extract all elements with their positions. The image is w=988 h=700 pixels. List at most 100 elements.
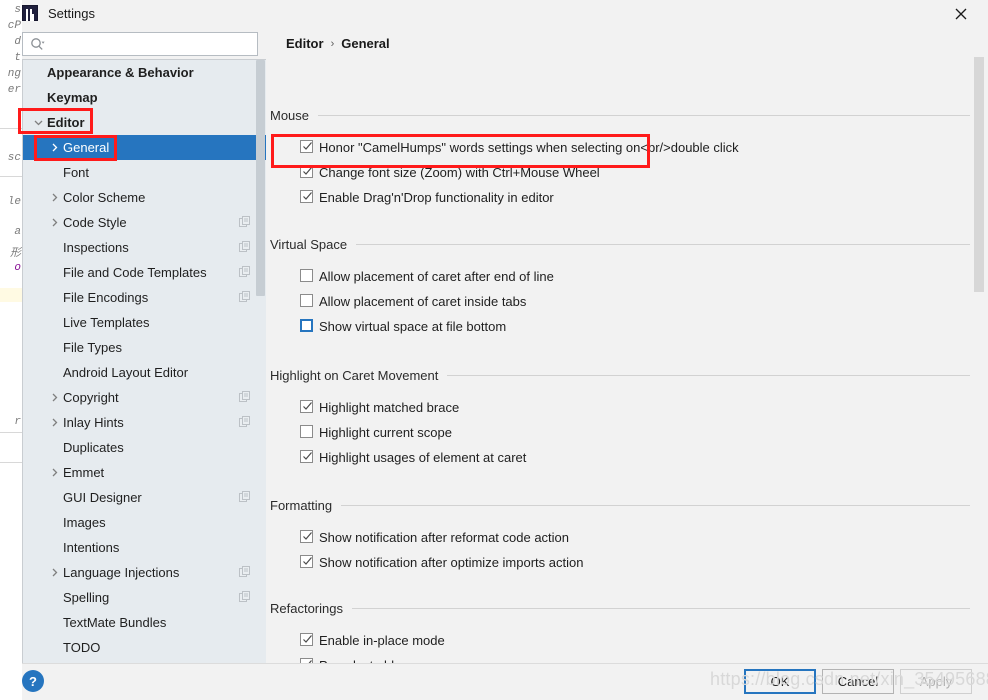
checkbox-unchecked-icon[interactable] [300, 319, 313, 332]
sidebar-item-label: Color Scheme [63, 190, 146, 205]
chevron-right-icon[interactable] [47, 466, 61, 480]
checkbox-row[interactable]: Preselect old name [270, 653, 970, 663]
sidebar-item-intentions[interactable]: Intentions [23, 535, 255, 560]
checkbox-label: Allow placement of caret after end of li… [319, 269, 554, 284]
sidebar-item-language-injections[interactable]: Language Injections [23, 560, 255, 585]
sidebar-item-color-scheme[interactable]: Color Scheme [23, 185, 255, 210]
search-box[interactable] [22, 32, 258, 56]
sidebar-item-todo[interactable]: TODO [23, 635, 255, 660]
search-input[interactable] [49, 35, 255, 56]
checkbox-checked-icon[interactable] [300, 530, 313, 543]
breadcrumb-root[interactable]: Editor [286, 36, 324, 51]
sidebar-item-textmate-bundles[interactable]: TextMate Bundles [23, 610, 255, 635]
sidebar-item-label: Font [63, 165, 90, 180]
settings-categories-tree[interactable]: Appearance & Behavior Keymap Editor General… [22, 59, 266, 663]
checkbox-checked-icon[interactable] [300, 190, 313, 203]
sidebar-item-duplicates[interactable]: Duplicates [23, 435, 255, 460]
background-code-line: cP [7, 20, 21, 32]
sidebar-item-copyright[interactable]: Copyright [23, 385, 255, 410]
checkbox-checked-icon[interactable] [300, 165, 313, 178]
checkbox-unchecked-icon[interactable] [300, 425, 313, 438]
checkbox-label: Show virtual space at file bottom [319, 319, 507, 334]
sidebar-scrollbar-thumb[interactable] [256, 60, 265, 296]
copy-icon [239, 291, 251, 303]
checkbox-checked-icon[interactable] [300, 633, 313, 646]
chevron-right-icon[interactable] [47, 416, 61, 430]
apply-button[interactable]: Apply [900, 669, 972, 694]
checkbox-row[interactable]: Highlight matched brace [270, 395, 970, 420]
sidebar-item-label: Duplicates [63, 440, 124, 455]
checkbox-unchecked-icon[interactable] [300, 294, 313, 307]
sidebar-item-inlay-hints[interactable]: Inlay Hints [23, 410, 255, 435]
copy-icon [239, 216, 251, 228]
group-header: Formatting [270, 496, 970, 514]
sidebar-item-live-templates[interactable]: Live Templates [23, 310, 255, 335]
sidebar-item-file-encodings[interactable]: File Encodings [23, 285, 255, 310]
help-button[interactable]: ? [22, 670, 44, 692]
chevron-right-icon[interactable] [47, 216, 61, 230]
checkbox-row[interactable]: Highlight current scope [270, 420, 970, 445]
checkbox-label: Highlight matched brace [319, 400, 460, 415]
sidebar-item-label: Inspections [63, 240, 129, 255]
checkbox-row[interactable]: Allow placement of caret after end of li… [270, 264, 970, 289]
checkbox-checked-icon[interactable] [300, 450, 313, 463]
sidebar-item-file-types[interactable]: File Types [23, 335, 255, 360]
checkbox-row[interactable]: Change font size (Zoom) with Ctrl+Mouse … [270, 160, 970, 185]
checkbox-label: Highlight usages of element at caret [319, 450, 527, 465]
sidebar-item-android-layout-editor[interactable]: Android Layout Editor [23, 360, 255, 385]
sidebar-item-appearance-behavior[interactable]: Appearance & Behavior [23, 60, 255, 85]
sidebar-item-font[interactable]: Font [23, 160, 255, 185]
group-divider [447, 374, 970, 376]
checkbox-row[interactable]: Allow placement of caret inside tabs [270, 289, 970, 314]
checkbox-row[interactable]: Honor "CamelHumps" words settings when s… [270, 135, 970, 160]
sidebar-item-label: TODO [63, 640, 101, 655]
sidebar-item-inspections[interactable]: Inspections [23, 235, 255, 260]
sidebar-item-label: Intentions [63, 540, 120, 555]
ok-button[interactable]: OK [744, 669, 816, 694]
chevron-right-icon[interactable] [47, 141, 61, 155]
checkbox-row[interactable]: Show notification after reformat code ac… [270, 525, 970, 550]
background-code-line: ng [7, 68, 21, 80]
cancel-button[interactable]: Cancel [822, 669, 894, 694]
checkbox-unchecked-icon[interactable] [300, 269, 313, 282]
background-code-line: 形 [10, 248, 21, 260]
chevron-right-icon[interactable] [47, 391, 61, 405]
checkbox-row[interactable]: Show virtual space at file bottom [270, 314, 970, 339]
checkbox-row[interactable]: Highlight usages of element at caret [270, 445, 970, 470]
checkbox-row[interactable]: Enable Drag'n'Drop functionality in edit… [270, 185, 970, 210]
sidebar-item-keymap[interactable]: Keymap [23, 85, 255, 110]
sidebar-item-label: Spelling [63, 590, 110, 605]
sidebar-item-label: TextMate Bundles [63, 615, 167, 630]
chevron-right-icon[interactable] [47, 191, 61, 205]
detail-panel-scrollbar-thumb[interactable] [974, 57, 984, 292]
checkbox-checked-icon[interactable] [300, 140, 313, 153]
settings-group: Highlight on Caret Movement Highlight mat… [270, 366, 970, 470]
sidebar-item-code-style[interactable]: Code Style [23, 210, 255, 235]
group-divider [318, 114, 970, 116]
checkbox-checked-icon[interactable] [300, 400, 313, 413]
sidebar-item-label: Keymap [47, 90, 98, 105]
settings-group: Refactorings Enable in-place mode Preselec… [270, 599, 970, 663]
checkbox-checked-icon[interactable] [300, 555, 313, 568]
chevron-right-icon[interactable] [47, 566, 61, 580]
checkbox-label: Change font size (Zoom) with Ctrl+Mouse … [319, 165, 600, 180]
chevron-down-icon[interactable] [31, 116, 45, 130]
sidebar-item-spelling[interactable]: Spelling [23, 585, 255, 610]
sidebar-scrollbar[interactable] [255, 60, 266, 663]
dialog-footer: ? OK Cancel Apply [22, 663, 988, 700]
sidebar-item-general[interactable]: General [23, 135, 266, 160]
intellij-idea-icon [22, 5, 38, 21]
group-header: Refactorings [270, 599, 970, 617]
sidebar-item-gui-designer[interactable]: GUI Designer [23, 485, 255, 510]
checkbox-row[interactable]: Enable in-place mode [270, 628, 970, 653]
sidebar-item-label: Emmet [63, 465, 105, 480]
checkbox-row[interactable]: Show notification after optimize imports… [270, 550, 970, 575]
sidebar-item-images[interactable]: Images [23, 510, 255, 535]
sidebar-item-editor[interactable]: Editor [23, 110, 255, 135]
group-divider [341, 504, 970, 506]
group-header: Virtual Space [270, 235, 970, 253]
close-icon[interactable] [938, 0, 984, 28]
sidebar-item-file-and-code-templates[interactable]: File and Code Templates [23, 260, 255, 285]
sidebar-item-emmet[interactable]: Emmet [23, 460, 255, 485]
copy-icon [239, 241, 251, 253]
